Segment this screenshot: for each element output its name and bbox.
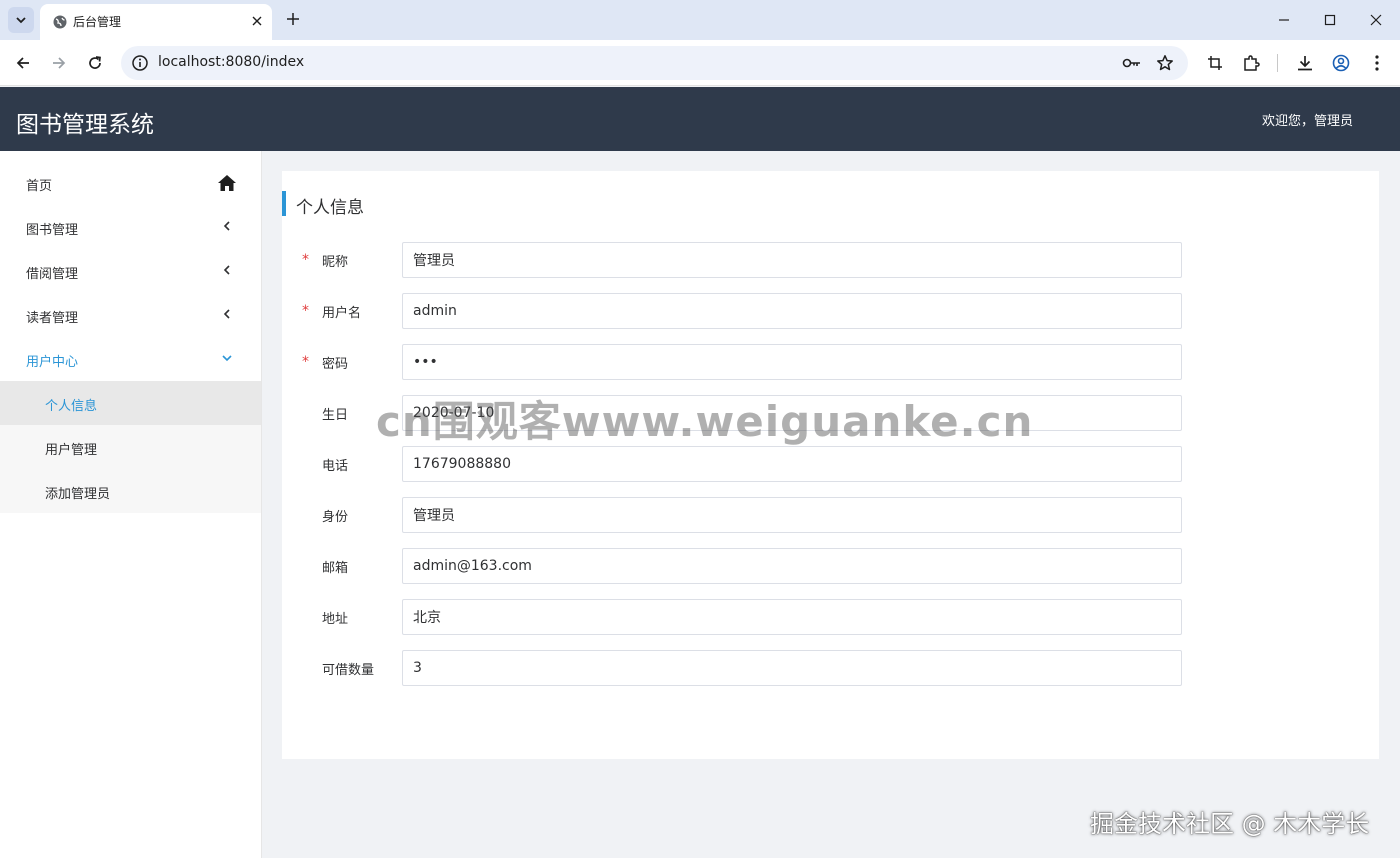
sidebar-item-label: 借阅管理 — [26, 267, 79, 282]
url-text[interactable]: localhost:8080/index — [158, 54, 304, 70]
sidebar-item-books[interactable]: 图书管理 — [0, 205, 261, 249]
window-close-button[interactable] — [1364, 8, 1388, 32]
info-icon[interactable] — [131, 54, 149, 72]
chevron-left-icon — [223, 265, 230, 275]
minimize-button[interactable] — [1272, 8, 1296, 32]
field-label: 地址 — [322, 612, 349, 627]
bottom-right-watermark: 掘金技术社区 @ 木木学长 — [1090, 810, 1370, 838]
chevron-left-icon — [223, 221, 230, 231]
browser-tab-bar: 后台管理 — [0, 0, 1400, 40]
toolbar-divider — [1277, 54, 1278, 72]
crop-icon — [1208, 56, 1222, 70]
minimize-icon — [1279, 19, 1289, 21]
profile-card: 个人信息 * 昵称 * 用户名 * 密码 生日 电话 身份 邮箱 地址 可借数量 — [282, 171, 1379, 759]
browser-tab[interactable]: 后台管理 — [40, 4, 272, 40]
back-button[interactable] — [11, 51, 35, 75]
password-input[interactable] — [402, 344, 1182, 380]
download-icon — [1298, 56, 1312, 71]
home-icon — [218, 175, 236, 191]
role-input[interactable] — [402, 497, 1182, 533]
close-icon — [1370, 14, 1382, 26]
screenshot-button[interactable] — [1203, 51, 1227, 75]
arrow-right-icon — [53, 57, 66, 69]
sidebar-item-borrow[interactable]: 借阅管理 — [0, 249, 261, 293]
chevron-left-icon — [223, 309, 230, 319]
forward-button[interactable] — [47, 51, 71, 75]
form-row-address: 地址 — [282, 599, 1282, 635]
reload-button[interactable] — [83, 51, 107, 75]
sidebar-item-home[interactable]: 首页 — [0, 161, 261, 205]
extensions-button[interactable] — [1239, 51, 1263, 75]
profile-button[interactable] — [1329, 51, 1353, 75]
sidebar-item-user-center[interactable]: 用户中心 — [0, 337, 261, 381]
sidebar-subitem-user-management[interactable]: 用户管理 — [0, 425, 261, 469]
bookmark-star-button[interactable] — [1155, 53, 1175, 73]
required-star: * — [302, 354, 309, 370]
form-row-password: * 密码 — [282, 344, 1282, 380]
browser-toolbar: localhost:8080/index — [0, 40, 1400, 86]
field-label: 用户名 — [322, 306, 362, 321]
maximize-icon — [1324, 14, 1336, 26]
key-icon — [1122, 58, 1140, 68]
sidebar-item-label: 图书管理 — [26, 223, 79, 238]
form-row-borrow-limit: 可借数量 — [282, 650, 1282, 686]
address-bar[interactable]: localhost:8080/index — [121, 46, 1188, 80]
reload-icon — [89, 56, 101, 69]
maximize-button[interactable] — [1318, 8, 1342, 32]
email-input[interactable] — [402, 548, 1182, 584]
plus-icon — [287, 13, 299, 25]
sidebar-subitem-label: 添加管理员 — [45, 487, 111, 502]
form-row-role: 身份 — [282, 497, 1282, 533]
form-row-email: 邮箱 — [282, 548, 1282, 584]
title-accent-bar — [282, 191, 286, 216]
account-circle-icon — [1332, 54, 1350, 72]
sidebar: 首页 图书管理 借阅管理 读者管理 用户中心 个人信息 用户管理 添加管理员 — [0, 151, 262, 858]
phone-input[interactable] — [402, 446, 1182, 482]
username-input[interactable] — [402, 293, 1182, 329]
puzzle-icon — [1244, 55, 1260, 71]
app-title: 图书管理系统 — [16, 112, 154, 138]
field-label: 可借数量 — [322, 663, 375, 678]
tab-search-button[interactable] — [8, 7, 34, 33]
form-row-username: * 用户名 — [282, 293, 1282, 329]
close-icon — [252, 16, 262, 26]
sidebar-item-label: 用户中心 — [26, 355, 79, 370]
app-header: 图书管理系统 欢迎您，管理员 — [0, 87, 1400, 151]
password-key-button[interactable] — [1122, 53, 1142, 73]
field-label: 密码 — [322, 357, 349, 372]
card-title: 个人信息 — [296, 198, 364, 218]
sidebar-item-label: 首页 — [26, 179, 53, 194]
more-vertical-icon — [1375, 55, 1379, 71]
form-row-nickname: * 昵称 — [282, 242, 1282, 278]
borrow-limit-input[interactable] — [402, 650, 1182, 686]
chevron-down-icon — [222, 355, 232, 362]
tab-title: 后台管理 — [73, 15, 122, 29]
sidebar-subitem-label: 个人信息 — [45, 399, 98, 414]
tab-close-button[interactable] — [246, 10, 268, 32]
required-star: * — [302, 303, 309, 319]
address-input[interactable] — [402, 599, 1182, 635]
field-label: 昵称 — [322, 255, 349, 270]
field-label: 邮箱 — [322, 561, 349, 576]
field-label: 身份 — [322, 510, 349, 525]
field-label: 电话 — [322, 459, 349, 474]
center-watermark: cn围观客www.weiguanke.cn — [376, 397, 1034, 446]
globe-icon — [53, 15, 67, 29]
sidebar-subitem-label: 用户管理 — [45, 443, 98, 458]
required-star: * — [302, 252, 309, 268]
field-label: 生日 — [322, 408, 349, 423]
new-tab-button[interactable] — [282, 8, 304, 30]
welcome-text: 欢迎您，管理员 — [1261, 114, 1353, 129]
sidebar-subitem-profile[interactable]: 个人信息 — [0, 381, 261, 425]
browser-menu-button[interactable] — [1365, 51, 1389, 75]
arrow-left-icon — [16, 57, 29, 69]
sidebar-item-readers[interactable]: 读者管理 — [0, 293, 261, 337]
nickname-input[interactable] — [402, 242, 1182, 278]
star-icon — [1157, 55, 1173, 71]
form-row-phone: 电话 — [282, 446, 1282, 482]
sidebar-subitem-add-admin[interactable]: 添加管理员 — [0, 469, 261, 513]
sidebar-item-label: 读者管理 — [26, 311, 79, 326]
chevron-down-icon — [16, 17, 26, 24]
downloads-button[interactable] — [1293, 51, 1317, 75]
